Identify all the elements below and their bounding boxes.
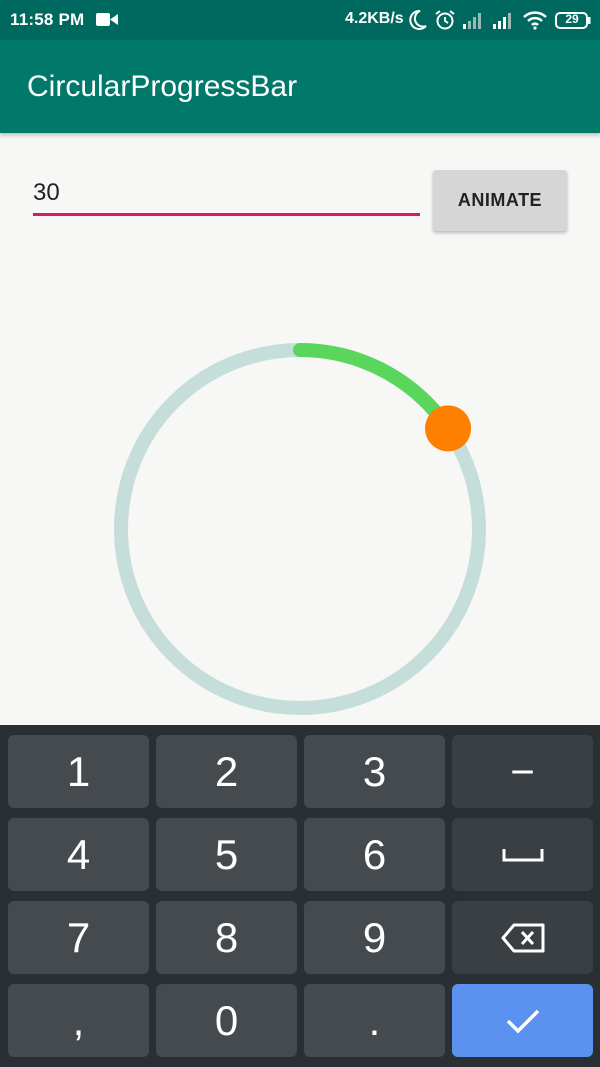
key-0[interactable]: 0 — [156, 984, 297, 1057]
key-done[interactable] — [452, 984, 593, 1057]
key-period[interactable]: . — [304, 984, 445, 1057]
key-6[interactable]: 6 — [304, 818, 445, 891]
key-8[interactable]: 8 — [156, 901, 297, 974]
signal-icon — [492, 9, 516, 36]
wifi-icon — [522, 9, 548, 36]
key-4[interactable]: 4 — [8, 818, 149, 891]
video-icon — [96, 12, 118, 32]
alarm-icon — [434, 9, 456, 36]
key-2[interactable]: 2 — [156, 735, 297, 808]
battery-level: 29 — [565, 12, 579, 26]
status-bar: 11:58 PM 4.2KB/s 29 — [0, 0, 600, 40]
circular-progress-bar — [0, 320, 600, 730]
network-speed: 4.2KB/s — [345, 10, 404, 27]
progress-arc — [293, 343, 456, 436]
app-bar: CircularProgressBar — [0, 40, 600, 133]
key-9[interactable]: 9 — [304, 901, 445, 974]
check-icon — [505, 1007, 541, 1035]
key-5[interactable]: 5 — [156, 818, 297, 891]
key-space[interactable] — [452, 818, 593, 891]
moon-icon — [408, 9, 428, 36]
numeric-keyboard: 1 2 3 − 4 5 6 7 8 9 , 0 . — [0, 725, 600, 1067]
key-backspace[interactable] — [452, 901, 593, 974]
progress-thumb[interactable] — [425, 405, 472, 452]
app-title: CircularProgressBar — [27, 70, 298, 103]
number-input[interactable] — [33, 176, 420, 216]
backspace-icon — [500, 922, 546, 954]
key-comma[interactable]: , — [8, 984, 149, 1057]
space-icon — [502, 847, 544, 863]
key-7[interactable]: 7 — [8, 901, 149, 974]
animate-button[interactable]: ANIMATE — [433, 170, 567, 231]
key-1[interactable]: 1 — [8, 735, 149, 808]
signal-icon — [462, 9, 486, 36]
key-minus[interactable]: − — [452, 735, 593, 808]
status-time: 11:58 PM — [10, 10, 85, 29]
key-3[interactable]: 3 — [304, 735, 445, 808]
